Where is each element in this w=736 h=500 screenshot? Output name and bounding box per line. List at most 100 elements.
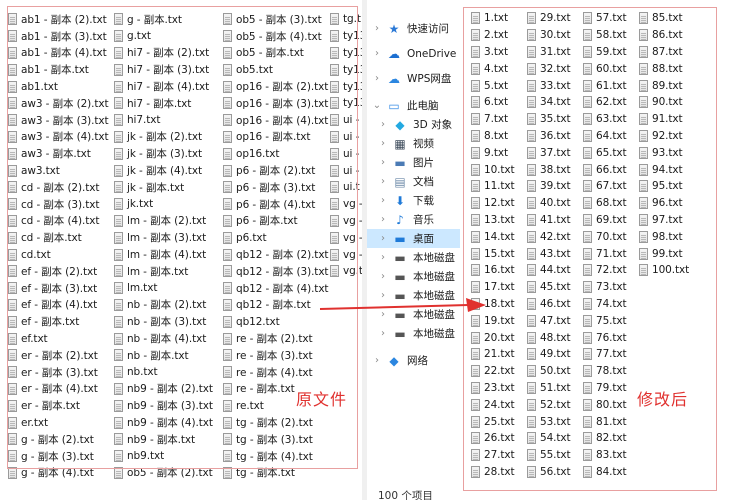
file-item[interactable]: 82.txt	[583, 430, 639, 447]
file-item[interactable]: p6 - 副本.txt	[223, 213, 330, 230]
file-item[interactable]: 31.txt	[527, 44, 583, 61]
file-item[interactable]: 43.txt	[527, 245, 583, 262]
file-item[interactable]: 86.txt	[639, 27, 695, 44]
file-item[interactable]: 57.txt	[583, 10, 639, 27]
file-item[interactable]: op16 - 副本.txt	[223, 129, 330, 146]
file-item[interactable]: vg -	[330, 229, 362, 246]
file-item[interactable]: cd - 副本 (4).txt	[8, 213, 114, 230]
file-item[interactable]: ef - 副本 (2).txt	[8, 263, 114, 280]
file-item[interactable]: 58.txt	[583, 27, 639, 44]
file-item[interactable]: ob5 - 副本.txt	[223, 45, 330, 62]
file-item[interactable]: cd - 副本 (3).txt	[8, 196, 114, 213]
nav-item[interactable]: › ▬ 本地磁盘	[367, 267, 460, 286]
nav-item[interactable]: › ▬ 本地磁盘	[367, 286, 460, 305]
file-item[interactable]: ob5.txt	[223, 61, 330, 78]
file-item[interactable]: g - 副本.txt	[114, 11, 223, 28]
file-item[interactable]: nb.txt	[114, 364, 223, 381]
file-item[interactable]: 59.txt	[583, 44, 639, 61]
file-item[interactable]: 67.txt	[583, 178, 639, 195]
chevron-right-icon[interactable]: ›	[372, 48, 382, 59]
file-item[interactable]: nb - 副本.txt	[114, 347, 223, 364]
chevron-right-icon[interactable]: ›	[378, 195, 388, 206]
file-item[interactable]: 95.txt	[639, 178, 695, 195]
file-item[interactable]: 17.txt	[471, 279, 527, 296]
file-item[interactable]: vg -	[330, 246, 362, 263]
chevron-right-icon[interactable]: ›	[378, 157, 388, 168]
file-item[interactable]: er - 副本 (4).txt	[8, 381, 114, 398]
file-item[interactable]: 27.txt	[471, 447, 527, 464]
file-item[interactable]: 48.txt	[527, 329, 583, 346]
file-item[interactable]: ab1 - 副本 (4).txt	[8, 45, 114, 62]
nav-item[interactable]: › ◆ 3D 对象	[367, 115, 460, 134]
file-item[interactable]: aw3 - 副本 (3).txt	[8, 112, 114, 129]
chevron-down-icon[interactable]: ⌄	[372, 100, 382, 111]
file-item[interactable]: ob5 - 副本 (2).txt	[114, 465, 223, 482]
file-item[interactable]: 64.txt	[583, 128, 639, 145]
file-item[interactable]: ty13	[330, 45, 362, 62]
file-item[interactable]: vg.t	[330, 263, 362, 280]
file-item[interactable]: hi7 - 副本 (4).txt	[114, 78, 223, 95]
file-item[interactable]: 76.txt	[583, 329, 639, 346]
file-item[interactable]: 52.txt	[527, 396, 583, 413]
file-item[interactable]: ef.txt	[8, 330, 114, 347]
nav-item[interactable]: › ▬ 本地磁盘	[367, 248, 460, 267]
file-item[interactable]: ty13	[330, 95, 362, 112]
file-item[interactable]: hi7.txt	[114, 112, 223, 129]
file-item[interactable]: qb12 - 副本 (2).txt	[223, 246, 330, 263]
nav-item[interactable]: › ▤ 文档	[367, 172, 460, 191]
file-item[interactable]: 7.txt	[471, 111, 527, 128]
file-item[interactable]: op16 - 副本 (4).txt	[223, 112, 330, 129]
file-item[interactable]: p6 - 副本 (3).txt	[223, 179, 330, 196]
file-item[interactable]: 88.txt	[639, 60, 695, 77]
file-item[interactable]: 8.txt	[471, 128, 527, 145]
file-item[interactable]: 18.txt	[471, 296, 527, 313]
file-item[interactable]: 55.txt	[527, 447, 583, 464]
file-item[interactable]: nb9 - 副本 (2).txt	[114, 381, 223, 398]
file-item[interactable]: 36.txt	[527, 128, 583, 145]
file-item[interactable]: re - 副本 (2).txt	[223, 330, 330, 347]
file-item[interactable]: aw3 - 副本 (4).txt	[8, 129, 114, 146]
file-item[interactable]: 96.txt	[639, 195, 695, 212]
chevron-right-icon[interactable]: ›	[378, 119, 388, 130]
file-item[interactable]: 87.txt	[639, 44, 695, 61]
file-item[interactable]: 21.txt	[471, 346, 527, 363]
file-item[interactable]: qb12.txt	[223, 313, 330, 330]
file-item[interactable]: 79.txt	[583, 380, 639, 397]
file-item[interactable]: 6.txt	[471, 94, 527, 111]
file-item[interactable]: nb9 - 副本 (3).txt	[114, 397, 223, 414]
file-item[interactable]: qb12 - 副本 (4).txt	[223, 280, 330, 297]
file-item[interactable]: 24.txt	[471, 396, 527, 413]
chevron-right-icon[interactable]: ›	[372, 355, 382, 366]
file-item[interactable]: 33.txt	[527, 77, 583, 94]
file-item[interactable]: nb9 - 副本 (4).txt	[114, 414, 223, 431]
nav-item[interactable]: › ◆ 网络	[367, 351, 460, 370]
file-item[interactable]: 1.txt	[471, 10, 527, 27]
file-item[interactable]: 85.txt	[639, 10, 695, 27]
chevron-right-icon[interactable]: ›	[372, 73, 382, 84]
file-item[interactable]: lm - 副本 (2).txt	[114, 213, 223, 230]
file-item[interactable]: ui -	[330, 145, 362, 162]
file-item[interactable]: 23.txt	[471, 380, 527, 397]
nav-item[interactable]: › ▬ 图片	[367, 153, 460, 172]
file-item[interactable]: hi7 - 副本 (2).txt	[114, 45, 223, 62]
file-item[interactable]: hi7 - 副本.txt	[114, 95, 223, 112]
file-item[interactable]: hi7 - 副本 (3).txt	[114, 61, 223, 78]
file-item[interactable]: p6 - 副本 (4).txt	[223, 196, 330, 213]
nav-item[interactable]: › ▬ 本地磁盘	[367, 324, 460, 343]
file-item[interactable]: ui -	[330, 129, 362, 146]
chevron-right-icon[interactable]: ›	[378, 290, 388, 301]
file-item[interactable]: 91.txt	[639, 111, 695, 128]
file-item[interactable]: 92.txt	[639, 128, 695, 145]
file-item[interactable]: 5.txt	[471, 77, 527, 94]
file-item[interactable]: ef - 副本 (4).txt	[8, 297, 114, 314]
file-item[interactable]: op16.txt	[223, 145, 330, 162]
file-item[interactable]: 42.txt	[527, 228, 583, 245]
file-item[interactable]: 50.txt	[527, 363, 583, 380]
file-item[interactable]: 3.txt	[471, 44, 527, 61]
file-item[interactable]: 44.txt	[527, 262, 583, 279]
file-item[interactable]: p6 - 副本 (2).txt	[223, 162, 330, 179]
file-item[interactable]: cd - 副本.txt	[8, 229, 114, 246]
file-item[interactable]: 98.txt	[639, 228, 695, 245]
file-item[interactable]: ob5 - 副本 (4).txt	[223, 28, 330, 45]
file-item[interactable]: nb9.txt	[114, 448, 223, 465]
